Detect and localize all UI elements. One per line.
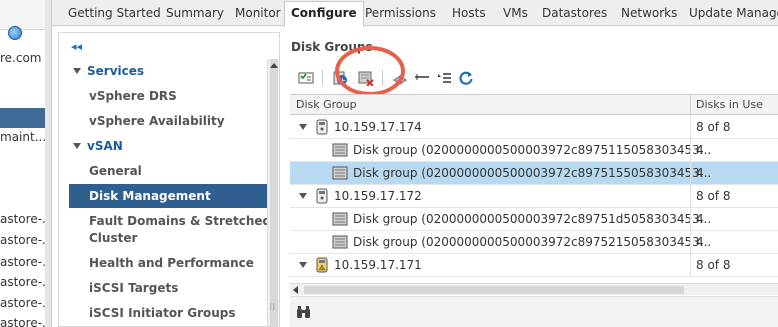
column-divider bbox=[690, 162, 691, 185]
nav-item-iscsi-initiator-groups[interactable]: iSCSI Initiator Groups bbox=[89, 306, 236, 320]
tab-update-manage[interactable]: Update Manage bbox=[689, 4, 778, 26]
host-name: 10.159.17.171 bbox=[334, 258, 422, 272]
settings-nav: ◂◂ Services vSphere DRS vSphere Availabi… bbox=[58, 32, 280, 327]
disks-in-use-value: 4 bbox=[696, 166, 704, 180]
object-tabs: Getting Started Summary Monitor Configure Pe… bbox=[52, 0, 778, 27]
nav-item-disk-management-label: Disk Management bbox=[89, 189, 211, 203]
disk-group-name: Disk group (0200000000500003972c89751550… bbox=[353, 166, 712, 180]
tab-getting-started[interactable]: Getting Started bbox=[68, 4, 161, 26]
toolbar-separator bbox=[322, 70, 323, 86]
tab-monitor[interactable]: Monitor bbox=[235, 4, 281, 26]
navigator-scrollbar[interactable] bbox=[45, 0, 51, 327]
disk-group-icon bbox=[332, 212, 348, 229]
collapse-nav-icon[interactable]: ◂◂ bbox=[71, 40, 82, 53]
tab-permissions[interactable]: Permissions bbox=[365, 4, 436, 26]
disks-in-use-value: 8 of 8 bbox=[696, 189, 731, 203]
table-header: Disk Group Disks in Use bbox=[290, 95, 778, 115]
column-divider bbox=[690, 185, 691, 208]
expand-all-icon[interactable] bbox=[434, 68, 454, 88]
nav-scrollbar[interactable] bbox=[267, 59, 279, 326]
disk-group-name: Disk group (0200000000500003972c89751d50… bbox=[353, 212, 712, 226]
collapse-all-icon[interactable] bbox=[412, 68, 432, 88]
host-row[interactable]: 10.159.17.174 8 of 8 bbox=[290, 116, 778, 139]
navigator-item[interactable]: maint... bbox=[0, 130, 46, 144]
host-row[interactable]: 10.159.17.172 8 of 8 bbox=[290, 185, 778, 208]
disk-group-name: Disk group (0200000000500003972c89752150… bbox=[353, 235, 712, 249]
disks-in-use-value: 8 of 8 bbox=[696, 258, 731, 272]
scroll-up-arrow-icon[interactable] bbox=[270, 63, 278, 68]
disk-group-name: Disk group (0200000000500003972c89751150… bbox=[353, 143, 712, 157]
nav-item-fault-domains[interactable]: Fault Domains & Stretched bbox=[89, 214, 271, 228]
nav-group-vsan-label: vSAN bbox=[87, 139, 123, 153]
disks-in-use-value: 4 bbox=[696, 235, 704, 249]
expand-triangle-icon[interactable] bbox=[299, 193, 307, 199]
tab-hosts[interactable]: Hosts bbox=[452, 4, 486, 26]
host-warning-icon bbox=[316, 257, 328, 276]
nav-item-iscsi-targets[interactable]: iSCSI Targets bbox=[89, 281, 178, 295]
host-name: 10.159.17.172 bbox=[334, 189, 422, 203]
disks-in-use-value: 4 bbox=[696, 212, 704, 226]
disk-group-row[interactable]: Disk group (0200000000500003972c89751150… bbox=[290, 139, 778, 162]
disk-group-icon bbox=[332, 143, 348, 160]
splitter-grip-icon[interactable]: ⁞⁞ bbox=[269, 302, 275, 313]
nav-item-fault-domains-line2[interactable]: Cluster bbox=[89, 231, 137, 245]
column-divider bbox=[690, 254, 691, 277]
nav-group-services[interactable]: Services bbox=[73, 64, 144, 78]
table-horizontal-scrollbar[interactable] bbox=[290, 283, 778, 295]
column-header-disk-group[interactable]: Disk Group bbox=[296, 98, 357, 111]
scroll-left-arrow-icon[interactable] bbox=[293, 286, 298, 294]
globe-icon[interactable] bbox=[8, 26, 22, 40]
binoculars-icon[interactable] bbox=[296, 305, 312, 319]
disks-in-use-value: 8 of 8 bbox=[696, 120, 731, 134]
inventory-navigator: re.com maint... astore-... astore-... astore… bbox=[0, 0, 52, 327]
navigator-selected-row[interactable] bbox=[0, 108, 51, 128]
disks-in-use-value: 4 bbox=[696, 143, 704, 157]
expand-triangle-icon[interactable] bbox=[299, 262, 307, 268]
tab-configure[interactable]: Configure bbox=[284, 1, 364, 27]
expand-triangle-icon[interactable] bbox=[73, 143, 81, 149]
tab-summary[interactable]: Summary bbox=[166, 4, 224, 26]
column-divider[interactable] bbox=[690, 95, 691, 115]
nav-item-general[interactable]: General bbox=[89, 164, 142, 178]
tab-datastores[interactable]: Datastores bbox=[542, 4, 607, 26]
refresh-icon[interactable] bbox=[456, 68, 476, 88]
nav-scrollbar-thumb[interactable] bbox=[270, 59, 278, 326]
column-divider bbox=[690, 231, 691, 254]
table-footer bbox=[290, 296, 778, 327]
disk-group-row[interactable]: Disk group (0200000000500003972c89752150… bbox=[290, 231, 778, 254]
host-row[interactable]: 10.159.17.171 8 of 8 bbox=[290, 254, 778, 277]
navigator-item[interactable]: re.com bbox=[0, 51, 42, 65]
expand-triangle-icon[interactable] bbox=[299, 124, 307, 130]
tab-vms[interactable]: VMs bbox=[503, 4, 528, 26]
expand-triangle-icon[interactable] bbox=[73, 68, 81, 74]
host-icon bbox=[316, 188, 328, 207]
nav-group-services-label: Services bbox=[87, 64, 145, 78]
host-icon bbox=[316, 119, 328, 138]
disk-group-icon bbox=[332, 166, 348, 183]
disk-group-icon bbox=[332, 235, 348, 252]
column-divider bbox=[690, 116, 691, 139]
highlight-annotation-ring bbox=[335, 46, 405, 96]
disk-group-row[interactable]: Disk group (0200000000500003972c89751550… bbox=[290, 162, 778, 185]
claim-disks-icon[interactable] bbox=[296, 68, 316, 88]
table-scrollbar-thumb[interactable] bbox=[304, 286, 684, 294]
column-header-disks-in-use[interactable]: Disks in Use bbox=[696, 98, 763, 111]
nav-item-vsphere-availability[interactable]: vSphere Availability bbox=[89, 114, 225, 128]
nav-group-vsan[interactable]: vSAN bbox=[73, 139, 123, 153]
column-divider bbox=[690, 139, 691, 162]
column-divider bbox=[690, 208, 691, 231]
nav-item-vsphere-drs[interactable]: vSphere DRS bbox=[89, 89, 177, 103]
nav-item-health-performance[interactable]: Health and Performance bbox=[89, 256, 254, 270]
disk-group-row[interactable]: Disk group (0200000000500003972c89751d50… bbox=[290, 208, 778, 231]
tab-networks[interactable]: Networks bbox=[621, 4, 677, 26]
disk-groups-table: Disk Group Disks in Use 10.159.17.174 8 o… bbox=[290, 94, 778, 294]
navigator-header bbox=[0, 0, 51, 30]
host-name: 10.159.17.174 bbox=[334, 120, 422, 134]
